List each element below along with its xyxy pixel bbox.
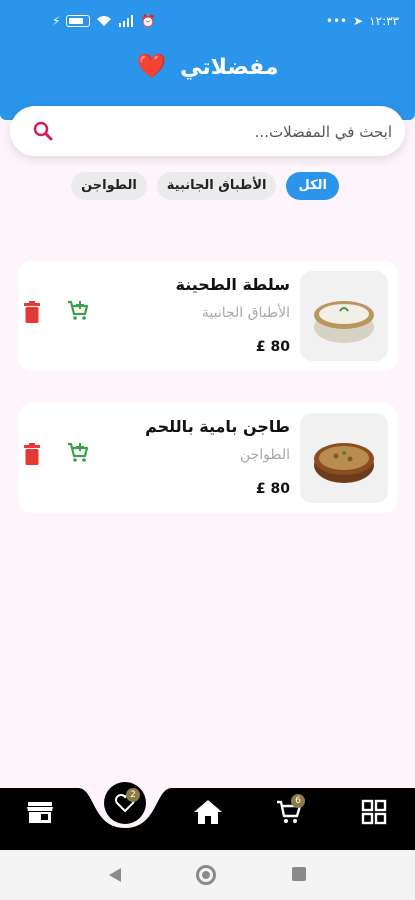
back-icon[interactable] <box>108 867 122 883</box>
signal-icon <box>119 15 134 27</box>
bottom-nav: 6 <box>0 770 415 850</box>
delete-icon[interactable] <box>22 301 42 323</box>
battery-icon <box>66 15 91 27</box>
status-time: ١٢:٣٣ <box>369 14 399 28</box>
home-icon <box>194 800 222 824</box>
status-icons-left: ⚡ ⏰ <box>52 14 155 28</box>
grid-icon <box>361 799 387 825</box>
alarm-icon: ⏰ <box>140 14 156 28</box>
favorites-badge: 2 <box>126 788 140 802</box>
status-icons-right: ••• ➤ ١٢:٣٣ <box>326 14 399 28</box>
system-nav-bar <box>0 850 415 900</box>
title-text: مفضلاتي <box>180 55 279 80</box>
item-price: 80 £ <box>255 481 290 497</box>
page-title: مفضلاتي ❤️ <box>0 52 415 80</box>
nav-store[interactable] <box>24 796 56 828</box>
filter-chip-all[interactable]: الكل <box>286 172 339 200</box>
add-to-cart-icon[interactable] <box>66 441 90 465</box>
nav-favorites-button[interactable]: 2 <box>104 782 146 824</box>
heart-emoji: ❤️ <box>136 52 167 80</box>
app-header: ⚡ ⏰ ••• ➤ ١٢:٣٣ مفضلاتي ❤️ <box>0 0 415 120</box>
delete-icon[interactable] <box>22 443 42 465</box>
search-input[interactable] <box>60 106 394 158</box>
store-icon <box>27 802 53 823</box>
food-image <box>300 271 388 361</box>
food-image <box>300 413 388 503</box>
nav-home[interactable] <box>192 796 224 828</box>
add-to-cart-icon[interactable] <box>66 299 90 323</box>
item-name: سلطة الطحينة <box>175 275 291 294</box>
item-name: طاجن بامية باللحم <box>145 417 290 436</box>
search-icon[interactable] <box>32 120 54 142</box>
charging-icon: ⚡ <box>52 14 61 28</box>
filter-chip-tagines[interactable]: الطواجن <box>71 172 147 200</box>
more-notifications-icon: ••• <box>325 14 348 28</box>
filter-chips: الكل الأطباق الجانبية الطواجن <box>71 172 339 200</box>
recents-icon[interactable] <box>292 867 306 881</box>
favorite-card[interactable]: طاجن بامية باللحم الطواجن 80 £ <box>18 403 398 513</box>
item-price: 80 £ <box>255 339 290 355</box>
item-category: الأطباق الجانبية <box>201 305 290 321</box>
telegram-icon: ➤ <box>353 14 364 28</box>
filter-chip-side-dishes[interactable]: الأطباق الجانبية <box>156 172 277 200</box>
status-bar: ⚡ ⏰ ••• ➤ ١٢:٣٣ <box>0 0 415 44</box>
favorite-card[interactable]: سلطة الطحينة الأطباق الجانبية 80 £ <box>18 261 398 371</box>
cart-badge: 6 <box>291 794 305 808</box>
item-category: الطواجن <box>239 447 290 463</box>
wifi-icon <box>97 16 112 26</box>
system-home-icon[interactable] <box>196 865 216 885</box>
nav-categories[interactable] <box>358 796 390 828</box>
search-bar <box>10 106 405 158</box>
nav-cart[interactable]: 6 <box>273 794 305 828</box>
